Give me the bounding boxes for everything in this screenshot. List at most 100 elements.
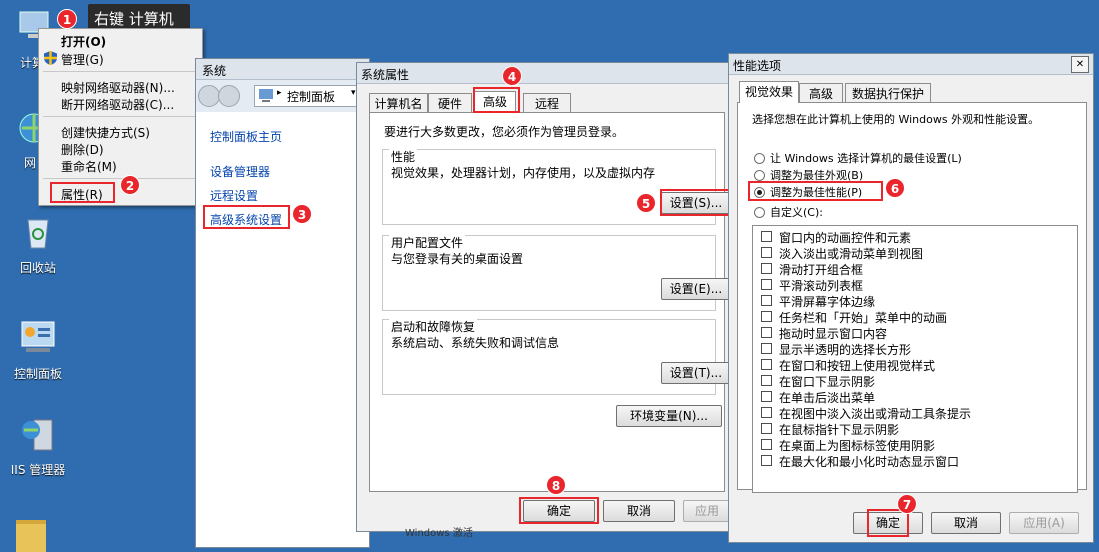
desktop-icon-label: IIS 管理器 bbox=[10, 463, 66, 477]
checkbox[interactable] bbox=[761, 327, 772, 338]
radio-best-appearance[interactable] bbox=[754, 170, 765, 181]
checkbox[interactable] bbox=[761, 439, 772, 450]
checkbox-row[interactable]: 拖动时显示窗口内容 bbox=[753, 325, 1077, 341]
forward-button[interactable] bbox=[218, 85, 240, 107]
checkbox[interactable] bbox=[761, 423, 772, 434]
checkbox[interactable] bbox=[761, 375, 772, 386]
system-properties-dialog: 系统属性 计算机名 硬件 高级 远程 要进行大多数更改，您必须作为管理员登录。 … bbox=[356, 62, 736, 532]
system-properties-apply-button[interactable]: 应用 bbox=[683, 500, 731, 522]
environment-variables-button[interactable]: 环境变量(N)... bbox=[616, 405, 722, 427]
menu-item-delete[interactable]: 删除(D) bbox=[61, 141, 104, 158]
tab-advanced-perf[interactable]: 高级 bbox=[799, 83, 843, 103]
tab-remote[interactable]: 远程 bbox=[523, 93, 571, 113]
performance-options-title: 性能选项 bbox=[733, 59, 782, 73]
radio-custom[interactable] bbox=[754, 207, 765, 218]
desktop-icon-iis-manager[interactable]: IIS 管理器 bbox=[6, 414, 70, 478]
step-marker: 4 bbox=[502, 66, 522, 86]
link-control-panel-home[interactable]: 控制面板主页 bbox=[210, 128, 282, 145]
system-properties-title: 系统属性 bbox=[361, 68, 410, 82]
menu-item-manage[interactable]: 管理(G) bbox=[61, 51, 104, 68]
tab-visual-effects[interactable]: 视觉效果 bbox=[739, 81, 799, 103]
checkbox[interactable] bbox=[761, 343, 772, 354]
performance-title: 性能 bbox=[389, 148, 418, 165]
user-profiles-settings-button[interactable]: 设置(E)... bbox=[661, 278, 731, 300]
admin-note: 要进行大多数更改，您必须作为管理员登录。 bbox=[384, 125, 625, 139]
step-marker: 7 bbox=[897, 494, 917, 514]
checkbox-label: 平滑屏幕字体边缘 bbox=[779, 295, 876, 309]
performance-options-dialog: 性能选项 ✕ 视觉效果 高级 数据执行保护 选择您想在此计算机上使用的 Wind… bbox=[728, 53, 1094, 543]
checkbox[interactable] bbox=[761, 295, 772, 306]
checkbox[interactable] bbox=[761, 407, 772, 418]
checkbox[interactable] bbox=[761, 231, 772, 242]
tab-data-execution-prevention[interactable]: 数据执行保护 bbox=[845, 83, 931, 103]
menu-item-create-shortcut[interactable]: 创建快捷方式(S) bbox=[61, 124, 150, 141]
checkbox[interactable] bbox=[761, 455, 772, 466]
menu-separator bbox=[43, 116, 198, 117]
checkbox-row[interactable]: 在窗口和按钮上使用视觉样式 bbox=[753, 357, 1077, 373]
performance-cancel-button[interactable]: 取消 bbox=[931, 512, 1001, 534]
system-window: 系统 ▸ 控制面板 ▾ 控制面板主页 设备管理器 远程设置 高级系统设置 bbox=[195, 58, 370, 548]
checkbox-row[interactable]: 在视图中淡入淡出或滑动工具条提示 bbox=[753, 405, 1077, 421]
checkbox-label: 显示半透明的选择长方形 bbox=[779, 343, 912, 357]
checkbox[interactable] bbox=[761, 247, 772, 258]
desktop-icon-label: 控制面板 bbox=[13, 367, 62, 381]
visual-effects-panel: 选择您想在此计算机上使用的 Windows 外观和性能设置。 让 Windows… bbox=[737, 102, 1087, 493]
checkbox[interactable] bbox=[761, 359, 772, 370]
checkbox[interactable] bbox=[761, 311, 772, 322]
checkbox-row[interactable]: 在桌面上为图标标签使用阴影 bbox=[753, 437, 1077, 453]
checkbox-row[interactable]: 任务栏和「开始」菜单中的动画 bbox=[753, 309, 1077, 325]
startup-recovery-settings-button[interactable]: 设置(T)... bbox=[661, 362, 731, 384]
visual-effects-checkbox-list: 窗口内的动画控件和元素 淡入淡出或滑动菜单到视图 滑动打开组合框 平滑滚动列表框… bbox=[752, 225, 1078, 493]
highlight-properties bbox=[50, 182, 115, 203]
checkbox-row[interactable]: 淡入淡出或滑动菜单到视图 bbox=[753, 245, 1077, 261]
folder-icon[interactable] bbox=[16, 520, 46, 552]
address-text: 控制面板 bbox=[287, 90, 336, 104]
step-marker: 5 bbox=[636, 193, 656, 213]
checkbox-row[interactable]: 在最大化和最小化时动态显示窗口 bbox=[753, 453, 1077, 469]
performance-desc: 视觉效果，处理器计划，内存使用，以及虚拟内存 bbox=[391, 166, 656, 180]
checkbox-label: 平滑滚动列表框 bbox=[779, 279, 864, 293]
chevron-down-icon[interactable]: ▾ bbox=[351, 88, 356, 98]
address-bar[interactable]: ▸ 控制面板 ▾ bbox=[254, 85, 366, 107]
control-panel-icon bbox=[21, 321, 55, 352]
startup-recovery-title: 启动和故障恢复 bbox=[389, 318, 478, 335]
checkbox-label: 滑动打开组合框 bbox=[779, 263, 864, 277]
highlight-system-properties-ok bbox=[519, 497, 599, 524]
close-icon[interactable]: ✕ bbox=[1071, 56, 1089, 73]
desktop-icon-control-panel[interactable]: 控制面板 bbox=[6, 318, 70, 382]
menu-item-rename[interactable]: 重命名(M) bbox=[61, 158, 117, 175]
visual-effects-prompt: 选择您想在此计算机上使用的 Windows 外观和性能设置。 bbox=[752, 113, 1040, 126]
tab-computer-name[interactable]: 计算机名 bbox=[369, 93, 428, 113]
checkbox[interactable] bbox=[761, 391, 772, 402]
checkbox-row[interactable]: 窗口内的动画控件和元素 bbox=[753, 229, 1077, 245]
checkbox-row[interactable]: 在鼠标指针下显示阴影 bbox=[753, 421, 1077, 437]
menu-item-map-network-drive[interactable]: 映射网络驱动器(N)... bbox=[61, 79, 175, 96]
performance-apply-button[interactable]: 应用(A) bbox=[1009, 512, 1079, 534]
checkbox-row[interactable]: 平滑滚动列表框 bbox=[753, 277, 1077, 293]
checkbox-row[interactable]: 平滑屏幕字体边缘 bbox=[753, 293, 1077, 309]
checkbox-row[interactable]: 滑动打开组合框 bbox=[753, 261, 1077, 277]
iis-manager-icon bbox=[22, 419, 53, 451]
checkbox-label: 淡入淡出或滑动菜单到视图 bbox=[779, 247, 924, 261]
checkbox-row[interactable]: 在单击后淡出菜单 bbox=[753, 389, 1077, 405]
highlight-performance-settings bbox=[660, 189, 732, 216]
system-properties-cancel-button[interactable]: 取消 bbox=[603, 500, 675, 522]
desktop-icon-recycle-bin[interactable]: 回收站 bbox=[6, 212, 70, 276]
user-profiles-desc: 与您登录有关的桌面设置 bbox=[391, 252, 524, 266]
menu-item-open[interactable]: 打开(O) bbox=[61, 33, 106, 50]
checkbox-row[interactable]: 显示半透明的选择长方形 bbox=[753, 341, 1077, 357]
back-button[interactable] bbox=[198, 85, 220, 107]
step-marker: 6 bbox=[885, 178, 905, 198]
highlight-advanced-system-settings bbox=[203, 205, 290, 229]
radio-label: 让 Windows 选择计算机的最佳设置(L) bbox=[770, 152, 962, 165]
checkbox[interactable] bbox=[761, 279, 772, 290]
checkbox-label: 在窗口和按钮上使用视觉样式 bbox=[779, 359, 936, 373]
checkbox-row[interactable]: 在窗口下显示阴影 bbox=[753, 373, 1077, 389]
radio-let-windows-choose[interactable] bbox=[754, 153, 765, 164]
tab-hardware[interactable]: 硬件 bbox=[428, 93, 472, 113]
link-remote-settings[interactable]: 远程设置 bbox=[210, 187, 258, 204]
menu-item-disconnect-network-drive[interactable]: 断开网络驱动器(C)... bbox=[61, 96, 174, 113]
link-device-manager[interactable]: 设备管理器 bbox=[210, 163, 270, 180]
startup-recovery-group: 启动和故障恢复 系统启动、系统失败和调试信息 设置(T)... bbox=[382, 318, 731, 395]
checkbox[interactable] bbox=[761, 263, 772, 274]
